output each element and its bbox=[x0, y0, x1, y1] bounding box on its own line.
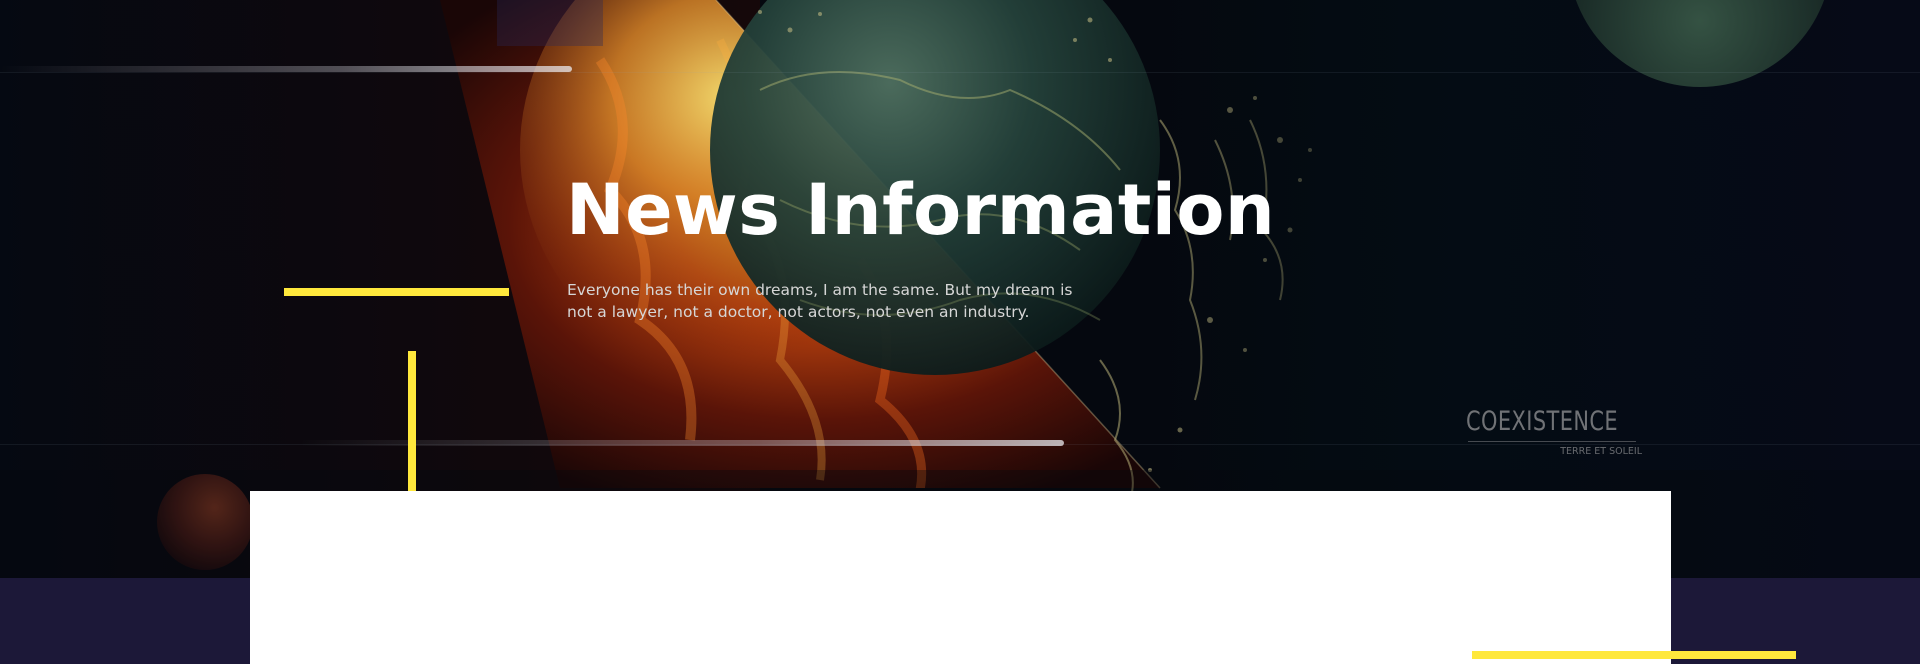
artwork-brand-subtitle: TERRE ET SOLEIL bbox=[1560, 446, 1642, 457]
nav-highlight bbox=[497, 0, 603, 46]
hero-description: Everyone has their own dreams, I am the … bbox=[567, 281, 1073, 321]
light-streak bbox=[0, 66, 572, 72]
page-title: News Information bbox=[566, 169, 1276, 251]
accent-bar-bottom bbox=[1472, 651, 1796, 659]
artwork-brand-name: COEXISTENCE bbox=[1466, 406, 1619, 437]
accent-bar-horizontal bbox=[284, 288, 509, 296]
artwork-brand-rule bbox=[1468, 441, 1636, 442]
divider-line bbox=[0, 72, 1920, 73]
content-card bbox=[250, 491, 1671, 664]
page: News Information Everyone has their own … bbox=[0, 0, 1920, 664]
